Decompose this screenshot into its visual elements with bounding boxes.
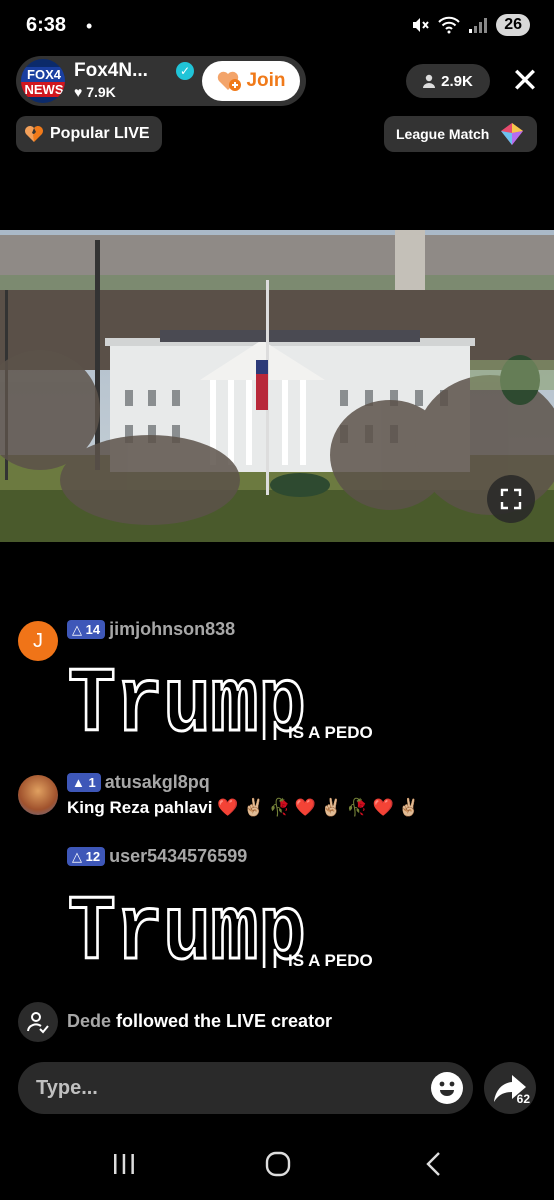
- chat-username[interactable]: jimjohnson838: [109, 619, 235, 640]
- ascii-art-word: Trump: [68, 653, 306, 740]
- close-icon: ✕: [510, 62, 540, 100]
- fullscreen-icon: [500, 488, 522, 510]
- close-button[interactable]: ✕: [508, 62, 542, 100]
- chat-message-suffix: IS A PEDO: [288, 951, 373, 970]
- share-count: 62: [516, 1092, 530, 1106]
- signal-icon: [469, 18, 488, 33]
- heart-plus-icon: [218, 71, 242, 91]
- wifi-icon: [438, 16, 460, 34]
- share-button[interactable]: 62: [484, 1062, 536, 1114]
- level-badge: △ 12: [67, 847, 106, 866]
- chat-username-row[interactable]: ▲ 1 atusakgl8pq: [67, 772, 210, 793]
- verified-icon: ✓: [176, 62, 194, 80]
- home-icon[interactable]: [265, 1151, 291, 1177]
- league-match-button[interactable]: League Match: [384, 116, 537, 152]
- host-name[interactable]: Fox4N...: [74, 60, 148, 82]
- follow-text: Dede followed the LIVE creator: [67, 1011, 332, 1032]
- follow-event: Dede followed the LIVE creator: [18, 1002, 398, 1042]
- user-check-icon: [27, 1012, 49, 1034]
- logo-line-2: NEWS: [21, 82, 65, 97]
- share-arrow-icon: [494, 1075, 526, 1102]
- status-icons: 26: [410, 14, 530, 36]
- battery-indicator: 26: [496, 14, 530, 36]
- emoji-icon: [439, 1081, 455, 1096]
- system-nav-bar: [0, 1130, 554, 1200]
- level-icon: △: [72, 849, 82, 864]
- level-badge: ▲ 1: [67, 773, 101, 792]
- popular-live-label: Popular LIVE: [50, 125, 150, 142]
- join-label: Join: [246, 70, 286, 91]
- follow-user[interactable]: Dede: [67, 1011, 111, 1031]
- person-icon: [423, 74, 436, 88]
- viewer-count-pill[interactable]: 2.9K: [406, 64, 490, 98]
- mute-icon: [413, 18, 429, 32]
- chat-avatar[interactable]: [18, 775, 58, 815]
- ascii-art-text: Trump: [67, 880, 308, 988]
- broken-heart-icon: [25, 126, 43, 142]
- live-video[interactable]: [0, 230, 554, 542]
- host-likes: ♥ 7.9K: [74, 84, 116, 100]
- emoji-button[interactable]: [431, 1072, 463, 1104]
- level-icon: ▲: [72, 775, 85, 790]
- ascii-art-message: Trump: [66, 650, 311, 760]
- chat-username[interactable]: atusakgl8pq: [105, 772, 210, 793]
- chat-username[interactable]: user5434576599: [109, 846, 247, 867]
- notification-dot: •: [86, 16, 93, 36]
- follow-icon-wrap: [18, 1002, 58, 1042]
- ascii-art-text: Trump: [67, 652, 308, 760]
- league-match-label: League Match: [396, 126, 490, 142]
- popular-live-button[interactable]: Popular LIVE: [16, 116, 162, 152]
- comment-input[interactable]: [36, 1074, 416, 1102]
- chat-username-row[interactable]: △ 12 user5434576599: [67, 846, 247, 867]
- status-time: 6:38: [26, 14, 67, 36]
- level-number: 14: [85, 622, 101, 637]
- back-icon[interactable]: [424, 1151, 444, 1177]
- ascii-art-message: Trump: [66, 878, 311, 988]
- chat-message: King Reza pahlavi ❤️ ✌🏼 🥀 ❤️ ✌🏼 🥀 ❤️ ✌🏼: [67, 798, 420, 817]
- chat-username-row[interactable]: △ 14 jimjohnson838: [67, 619, 235, 640]
- status-bar: 6:38 • 26: [0, 0, 554, 54]
- level-number: 1: [88, 775, 96, 790]
- level-badge: △ 14: [67, 620, 106, 639]
- join-button[interactable]: Join: [202, 61, 300, 101]
- viewer-count: 2.9K: [441, 72, 473, 90]
- level-number: 12: [85, 849, 101, 864]
- chat-message-suffix: IS A PEDO: [288, 723, 373, 742]
- host-info-pill[interactable]: FOX4 NEWS Fox4N... ✓ ♥ 7.9K Join: [16, 56, 306, 106]
- comment-bar[interactable]: [18, 1062, 473, 1114]
- likes-count: 7.9K: [86, 84, 116, 100]
- host-avatar[interactable]: FOX4 NEWS: [20, 58, 66, 104]
- logo-line-1: FOX4: [21, 67, 65, 82]
- level-icon: △: [72, 622, 82, 637]
- follow-message: followed the LIVE creator: [116, 1011, 333, 1031]
- recent-apps-icon[interactable]: [112, 1152, 136, 1176]
- league-gem-icon: [501, 123, 524, 145]
- heart-icon: ♥: [74, 84, 83, 100]
- ascii-art-word: Trump: [68, 881, 306, 968]
- white-house-scene: [0, 230, 554, 542]
- chat-avatar[interactable]: J: [18, 621, 58, 661]
- fullscreen-button[interactable]: [487, 475, 535, 523]
